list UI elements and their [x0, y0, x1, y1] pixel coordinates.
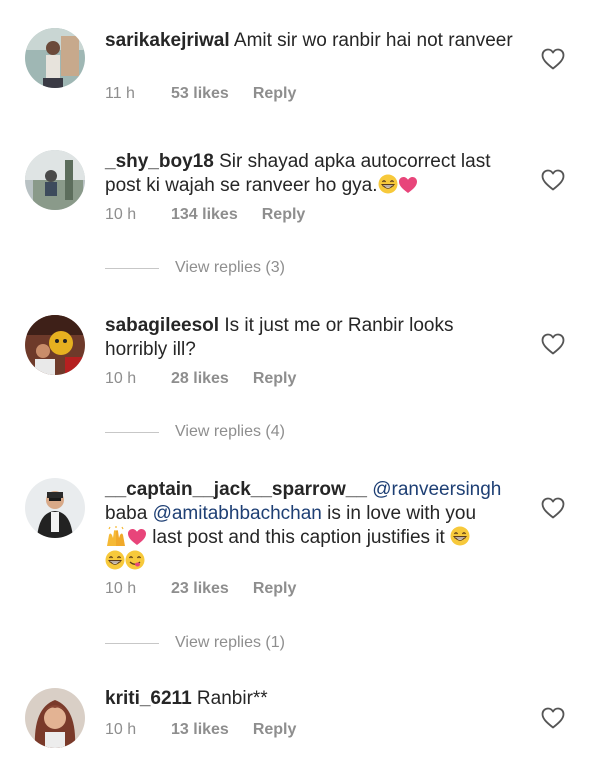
avatar[interactable] — [25, 478, 85, 538]
grinning-face-emoji — [105, 550, 125, 570]
view-replies-label[interactable]: View replies (4) — [175, 423, 285, 441]
mention-link[interactable]: @ranveersingh — [372, 479, 501, 500]
mention-link[interactable]: @amitabhbachchan — [153, 503, 322, 524]
comment-likes[interactable]: 53 likes — [171, 85, 229, 103]
username[interactable]: __captain__jack__sparrow__ — [105, 479, 367, 500]
comment-meta: 10 h 23 likes Reply — [105, 580, 296, 598]
comment-likes[interactable]: 134 likes — [171, 206, 238, 224]
username[interactable]: sarikakejriwal — [105, 30, 230, 51]
comment-time: 11 h — [105, 85, 135, 102]
savoring-face-emoji — [125, 550, 145, 570]
comment-meta: 11 h 53 likes Reply — [105, 85, 296, 103]
raising-hands-emoji — [105, 526, 127, 546]
avatar[interactable] — [25, 315, 85, 375]
view-replies-link[interactable]: View replies (3) — [105, 257, 285, 279]
view-replies-link[interactable]: View replies (4) — [105, 421, 285, 443]
avatar[interactable] — [25, 28, 85, 88]
comment-body: Ranbir** — [196, 688, 268, 709]
comment-meta: 10 h 13 likes Reply — [105, 721, 296, 739]
comment-text: _shy_boy18 Sir shayad apka autocorrect l… — [105, 150, 515, 198]
comment-text: sabagileesol Is it just me or Ranbir loo… — [105, 314, 515, 362]
comment-time: 10 h — [105, 206, 137, 223]
comment-text: __captain__jack__sparrow__ @ranveersingh… — [105, 478, 515, 574]
comment-likes[interactable]: 23 likes — [171, 580, 229, 598]
comment-meta: 10 h 28 likes Reply — [105, 370, 296, 388]
comment-time: 10 h — [105, 580, 137, 597]
reply-button[interactable]: Reply — [253, 85, 297, 103]
comment-time: 10 h — [105, 370, 137, 387]
grinning-face-emoji — [450, 526, 470, 546]
view-replies-label[interactable]: View replies (3) — [175, 259, 285, 277]
avatar[interactable] — [25, 688, 85, 748]
comment-likes[interactable]: 13 likes — [171, 721, 229, 739]
replies-divider-line — [105, 431, 159, 433]
reply-button[interactable]: Reply — [253, 721, 297, 739]
comment-body: last post and this caption justifies it — [152, 527, 445, 548]
heart-outline-icon[interactable] — [541, 497, 565, 519]
heart-outline-icon[interactable] — [541, 333, 565, 355]
pink-heart-emoji — [398, 176, 418, 194]
username[interactable]: _shy_boy18 — [105, 151, 214, 172]
comment-text: sarikakejriwal Amit sir wo ranbir hai no… — [105, 29, 515, 53]
comment-meta: 10 h 134 likes Reply — [105, 206, 305, 224]
heart-outline-icon[interactable] — [541, 48, 565, 70]
reply-button[interactable]: Reply — [253, 370, 297, 388]
view-replies-link[interactable]: View replies (1) — [105, 632, 285, 654]
pink-heart-emoji — [127, 528, 147, 546]
comment-body: baba — [105, 503, 148, 524]
username[interactable]: sabagileesol — [105, 315, 219, 336]
grinning-face-emoji — [378, 174, 398, 194]
reply-button[interactable]: Reply — [253, 580, 297, 598]
replies-divider-line — [105, 267, 159, 269]
comment-body: Amit sir wo ranbir hai not ranveer — [233, 30, 513, 51]
comment-likes[interactable]: 28 likes — [171, 370, 229, 388]
view-replies-label[interactable]: View replies (1) — [175, 634, 285, 652]
username[interactable]: kriti_6211 — [105, 688, 192, 709]
avatar[interactable] — [25, 150, 85, 210]
comment-body: is in love with you — [327, 503, 477, 524]
comment-time: 10 h — [105, 721, 137, 738]
heart-outline-icon[interactable] — [541, 707, 565, 729]
comment-text: kriti_6211 Ranbir** — [105, 687, 515, 711]
replies-divider-line — [105, 642, 159, 644]
heart-outline-icon[interactable] — [541, 169, 565, 191]
reply-button[interactable]: Reply — [262, 206, 306, 224]
